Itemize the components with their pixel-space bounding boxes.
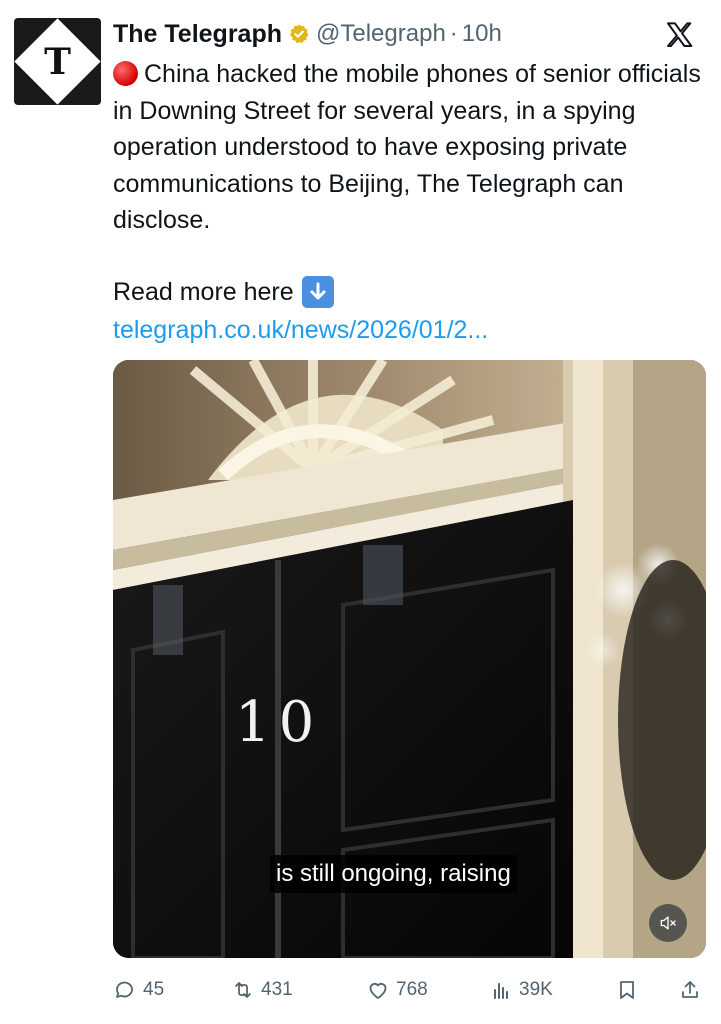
verified-badge-icon[interactable] [288,23,310,45]
article-link[interactable]: telegraph.co.uk/news/2026/01/2... [113,312,488,348]
views-button[interactable]: 39K [489,972,553,1008]
video-player[interactable]: 10 is still ongoing, raising [113,360,706,958]
account-name[interactable]: The Telegraph [113,20,282,49]
like-button[interactable]: 768 [366,972,428,1008]
down-arrow-icon [301,276,334,308]
reply-icon [116,981,133,998]
separator-dot: · [449,20,458,47]
tweet-body: China hacked the mobile phones of senior… [113,60,701,234]
x-logo-icon[interactable] [664,20,696,52]
bookmark-icon [620,981,634,999]
video-caption: is still ongoing, raising [270,855,517,893]
door-number: 10 [235,690,323,755]
muted-speaker-icon [660,916,676,930]
read-more-line: Read more here [113,274,334,310]
read-more-text: Read more here [113,278,294,306]
mute-button[interactable] [649,904,687,942]
repost-count: 431 [261,979,293,1000]
tweet-text: China hacked the mobile phones of senior… [113,56,708,239]
repost-button[interactable]: 431 [231,972,293,1008]
repost-icon [235,982,251,998]
heart-icon [369,983,387,999]
views-chart-icon [494,983,508,999]
avatar-letter: T [44,40,71,83]
red-circle-icon [113,61,138,86]
share-button[interactable] [678,972,702,1008]
share-icon [682,981,698,998]
like-count: 768 [396,979,428,1000]
tweet-header: The Telegraph @Telegraph · 10h [113,16,502,52]
reply-count: 45 [143,979,165,1000]
views-count: 39K [519,979,553,1000]
reply-button[interactable]: 45 [113,972,164,1008]
bookmark-button[interactable] [615,972,639,1008]
tweet-timestamp[interactable]: 10h [462,20,502,48]
action-bar: 45 431 768 39K [113,972,708,1008]
account-avatar[interactable]: T [14,18,101,105]
account-handle[interactable]: @Telegraph [316,20,446,48]
